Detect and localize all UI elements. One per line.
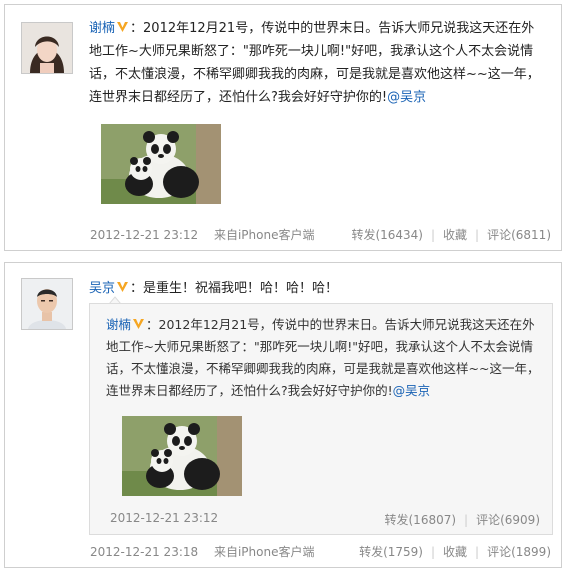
post-meta: 2012-12-21 23:18 来自iPhone客户端 — [90, 543, 314, 560]
avatar[interactable] — [21, 278, 73, 330]
repost-button[interactable]: 转发(1759) — [359, 545, 423, 559]
action-divider: | — [430, 545, 436, 559]
author-link[interactable]: 吴京 — [89, 281, 115, 296]
post-actions: 转发(16434) | 收藏 | 评论(6811) — [351, 226, 551, 243]
quoted-timestamp-link[interactable]: 2012-12-21 23:12 — [110, 511, 218, 525]
post-actions: 转发(1759) | 收藏 | 评论(1899) — [359, 543, 551, 560]
colon: ： — [130, 281, 144, 296]
action-divider: | — [464, 513, 469, 527]
avatar-photo-icon — [22, 23, 72, 73]
action-divider: | — [430, 228, 436, 242]
weibo-post-card: 谢楠 ：2012年12月21号，传说中的世界末日。告诉大师兄说我这天还在外地工作~… — [4, 4, 562, 251]
favorite-button[interactable]: 收藏 — [443, 228, 467, 242]
source-label[interactable]: 来自iPhone客户端 — [214, 545, 315, 559]
action-divider: | — [475, 228, 480, 242]
quoted-repost-button[interactable]: 转发(16807) — [385, 513, 457, 527]
repost-button[interactable]: 转发(16434) — [351, 228, 423, 242]
quoted-post: 谢楠 ：2012年12月21号，传说中的世界末日。告诉大师兄说我这天还在外地工作~… — [89, 303, 553, 535]
colon: ： — [146, 317, 159, 332]
comment-button[interactable]: 评论(1899) — [487, 545, 551, 559]
mention-link[interactable]: @吴京 — [393, 383, 431, 398]
post-body: 谢楠 ：2012年12月21号，传说中的世界末日。告诉大师兄说我这天还在外地工作~… — [89, 17, 547, 109]
mention-link[interactable]: @吴京 — [387, 90, 426, 105]
quoted-author-link[interactable]: 谢楠 — [106, 317, 131, 332]
verified-badge-icon — [133, 319, 145, 329]
quoted-post-text: 2012年12月21号，传说中的世界末日。告诉大师兄说我这天还在外地工作~大师兄… — [106, 317, 540, 398]
colon: ： — [130, 21, 144, 36]
weibo-post-card: 吴京 ：是重生！祝福我吧！哈！哈！哈！ 谢楠 ：2012年12月21号，传说中的世界… — [4, 262, 562, 568]
timestamp-link[interactable]: 2012-12-21 23:18 — [90, 545, 198, 559]
author-link[interactable]: 谢楠 — [89, 21, 115, 36]
post-meta: 2012-12-21 23:12 来自iPhone客户端 — [90, 226, 314, 243]
panda-photo-icon — [101, 124, 221, 204]
quoted-post-actions: 转发(16807) | 评论(6909) — [385, 511, 541, 528]
quoted-post-image[interactable] — [122, 416, 242, 496]
post-body: 吴京 ：是重生！祝福我吧！哈！哈！哈！ — [89, 277, 547, 300]
panda-photo-icon — [122, 416, 242, 496]
comment-button[interactable]: 评论(6811) — [487, 228, 551, 242]
action-divider: | — [475, 545, 480, 559]
post-text: 是重生！祝福我吧！哈！哈！哈！ — [143, 281, 339, 296]
quoted-comment-button[interactable]: 评论(6909) — [476, 513, 540, 527]
timestamp-link[interactable]: 2012-12-21 23:12 — [90, 228, 198, 242]
quoted-post-meta: 2012-12-21 23:12 — [110, 511, 218, 525]
quoted-post-body: 谢楠 ：2012年12月21号，传说中的世界末日。告诉大师兄说我这天还在外地工作~… — [106, 314, 542, 402]
verified-badge-icon — [117, 22, 129, 32]
favorite-button[interactable]: 收藏 — [443, 545, 467, 559]
avatar[interactable] — [21, 22, 73, 74]
avatar-photo-icon — [22, 279, 72, 329]
post-image[interactable] — [101, 124, 221, 204]
source-label[interactable]: 来自iPhone客户端 — [214, 228, 315, 242]
post-text: 2012年12月21号，传说中的世界末日。告诉大师兄说我这天还在外地工作~大师兄… — [89, 21, 540, 105]
verified-badge-icon — [117, 282, 129, 292]
